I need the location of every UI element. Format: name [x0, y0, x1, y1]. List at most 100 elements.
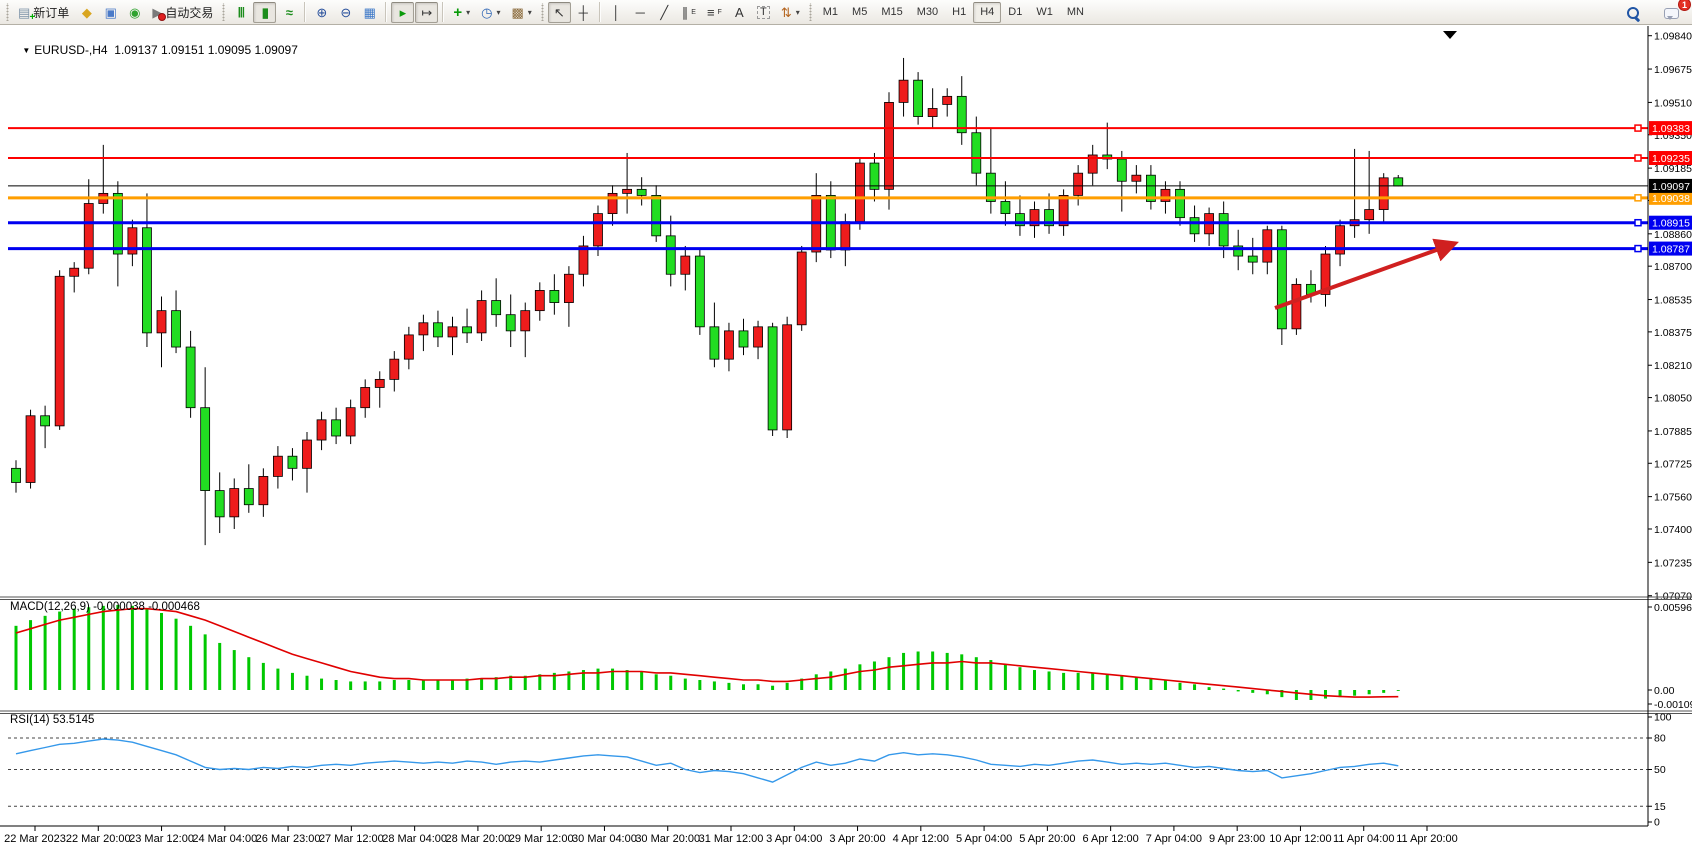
autotrading-label: 自动交易 [165, 4, 213, 21]
timeframe-button-M5[interactable]: M5 [845, 2, 874, 23]
toolbar-drag-handle[interactable] [540, 3, 545, 21]
trendline-tool-button[interactable]: ╱ [653, 2, 676, 23]
timeframe-button-D1[interactable]: D1 [1001, 2, 1029, 23]
zoom-in-icon: ⊕ [316, 6, 327, 19]
zoom-out-button[interactable]: ⊖ [334, 2, 357, 23]
bar-chart-mode-button[interactable]: ||| [229, 2, 252, 23]
line-anchor[interactable] [1635, 246, 1641, 252]
vertical-line-tool-button[interactable]: │ [605, 2, 628, 23]
text-label-tool-button[interactable]: T [752, 2, 775, 23]
periods-button[interactable]: ◷ ▾ [476, 2, 505, 23]
cursor-icon: ↖ [554, 6, 565, 19]
svg-text:50: 50 [1654, 764, 1666, 776]
time-label: 7 Apr 04:00 [1146, 833, 1202, 845]
time-label: 31 Mar 12:00 [699, 833, 764, 845]
text-tool-button[interactable]: A [728, 2, 751, 23]
svg-text:1.07885: 1.07885 [1654, 426, 1692, 438]
zoom-in-button[interactable]: ⊕ [310, 2, 333, 23]
channel-tool-button[interactable]: ∥ E [677, 2, 701, 23]
time-label: 22 Mar 20:00 [66, 833, 131, 845]
horizontal-line-tool-button[interactable]: ─ [629, 2, 652, 23]
toolbar-drag-handle[interactable] [808, 3, 813, 21]
vertical-line-icon: │ [612, 6, 620, 19]
time-label: 30 Mar 04:00 [572, 833, 637, 845]
alerts-icon: ◉ [129, 6, 140, 19]
timeframe-button-M15[interactable]: M15 [874, 2, 909, 23]
svg-text:0: 0 [1654, 817, 1660, 829]
chart-shift-button[interactable]: ↦ [415, 2, 438, 23]
alerts-button[interactable]: ◉ [123, 2, 146, 23]
line-anchor[interactable] [1635, 195, 1641, 201]
new-order-label: 新订单 [33, 4, 69, 21]
label-tool-icon: T [757, 6, 770, 19]
chart-title: ▼EURUSD-,H4 1.09137 1.09151 1.09095 1.09… [9, 29, 298, 71]
notifications-button[interactable]: 1 [1659, 3, 1684, 24]
time-label: 27 Mar 12:00 [319, 833, 384, 845]
svg-text:0.005965: 0.005965 [1654, 602, 1692, 614]
svg-text:1.08915: 1.08915 [1652, 218, 1690, 230]
dropdown-caret-icon: ▾ [528, 8, 532, 17]
time-label: 11 Apr 04:00 [1333, 833, 1395, 845]
new-order-button[interactable]: ▤ 新订单 [13, 2, 74, 23]
crosshair-tool-button[interactable]: ┼ [572, 2, 595, 23]
templates-button[interactable]: ▩ ▾ [506, 2, 536, 23]
timeframe-button-M1[interactable]: M1 [816, 2, 845, 23]
time-label: 29 Mar 12:00 [509, 833, 574, 845]
charts-window-button[interactable]: ▣ [99, 2, 122, 23]
time-label: 28 Mar 04:00 [382, 833, 447, 845]
chart-symbol-period: EURUSD-,H4 [34, 43, 107, 57]
chart-dropdown-icon[interactable]: ▼ [22, 46, 30, 55]
svg-text:-0.001096: -0.001096 [1654, 699, 1692, 711]
svg-text:0.00: 0.00 [1654, 685, 1675, 697]
fibonacci-icon: ≡ [707, 6, 715, 19]
candlestick-mode-button[interactable]: ▮ [253, 2, 276, 23]
ohlc-high: 1.09151 [161, 43, 204, 57]
price-chart-canvas[interactable]: 1.098401.096751.095101.093501.091851.090… [0, 0, 1692, 849]
time-label: 10 Apr 12:00 [1269, 833, 1331, 845]
notification-badge: 1 [1678, 0, 1691, 11]
search-icon [1627, 7, 1640, 20]
clock-icon: ◷ [481, 6, 492, 19]
timeframe-button-H4[interactable]: H4 [973, 2, 1001, 23]
timeframe-button-W1[interactable]: W1 [1029, 2, 1060, 23]
line-chart-mode-button[interactable]: ≈ [277, 2, 300, 23]
arrows-tool-button[interactable]: ⇅ ▾ [776, 2, 805, 23]
tile-windows-icon: ▦ [364, 6, 376, 19]
cursor-tool-button[interactable]: ↖ [548, 2, 571, 23]
channel-sub-label: E [691, 9, 696, 16]
ohlc-open: 1.09137 [114, 43, 157, 57]
fibonacci-tool-button[interactable]: ≡ F [702, 2, 727, 23]
line-anchor[interactable] [1635, 155, 1641, 161]
toolbar-drag-handle[interactable] [221, 3, 226, 21]
time-label: 3 Apr 04:00 [766, 833, 822, 845]
time-label: 30 Mar 20:00 [635, 833, 700, 845]
svg-text:1.08535: 1.08535 [1654, 295, 1692, 307]
time-label: 11 Apr 20:00 [1396, 833, 1458, 845]
timeframe-button-H1[interactable]: H1 [945, 2, 973, 23]
line-anchor[interactable] [1635, 125, 1641, 131]
svg-text:1.08375: 1.08375 [1654, 327, 1692, 339]
svg-text:1.07235: 1.07235 [1654, 557, 1692, 569]
crosshair-icon: ┼ [579, 6, 588, 19]
svg-text:1.09510: 1.09510 [1654, 97, 1692, 109]
auto-scroll-button[interactable]: ▸ [391, 2, 414, 23]
profiles-button[interactable]: ◆ [75, 2, 98, 23]
svg-text:1.09675: 1.09675 [1654, 64, 1692, 76]
search-button[interactable] [1622, 3, 1645, 24]
indicators-button[interactable]: + ▾ [448, 2, 475, 23]
line-anchor[interactable] [1635, 220, 1641, 226]
timeframe-button-MN[interactable]: MN [1060, 2, 1091, 23]
timeframe-button-M30[interactable]: M30 [910, 2, 945, 23]
toolbar-drag-handle[interactable] [5, 3, 10, 21]
svg-text:1.09038: 1.09038 [1652, 193, 1690, 205]
rsi-indicator-label: RSI(14) 53.5145 [10, 714, 94, 726]
templates-icon: ▩ [511, 6, 523, 19]
autotrading-button[interactable]: ▶ 自动交易 [147, 2, 218, 23]
svg-text:1.07560: 1.07560 [1654, 492, 1692, 504]
macd-indicator-label: MACD(12,26,9) -0.000038 -0.000468 [10, 601, 200, 613]
dropdown-caret-icon: ▾ [466, 8, 470, 17]
chat-bubble-icon [1664, 8, 1679, 19]
svg-text:1.08210: 1.08210 [1654, 360, 1692, 372]
time-label: 3 Apr 20:00 [829, 833, 885, 845]
tile-windows-button[interactable]: ▦ [358, 2, 381, 23]
